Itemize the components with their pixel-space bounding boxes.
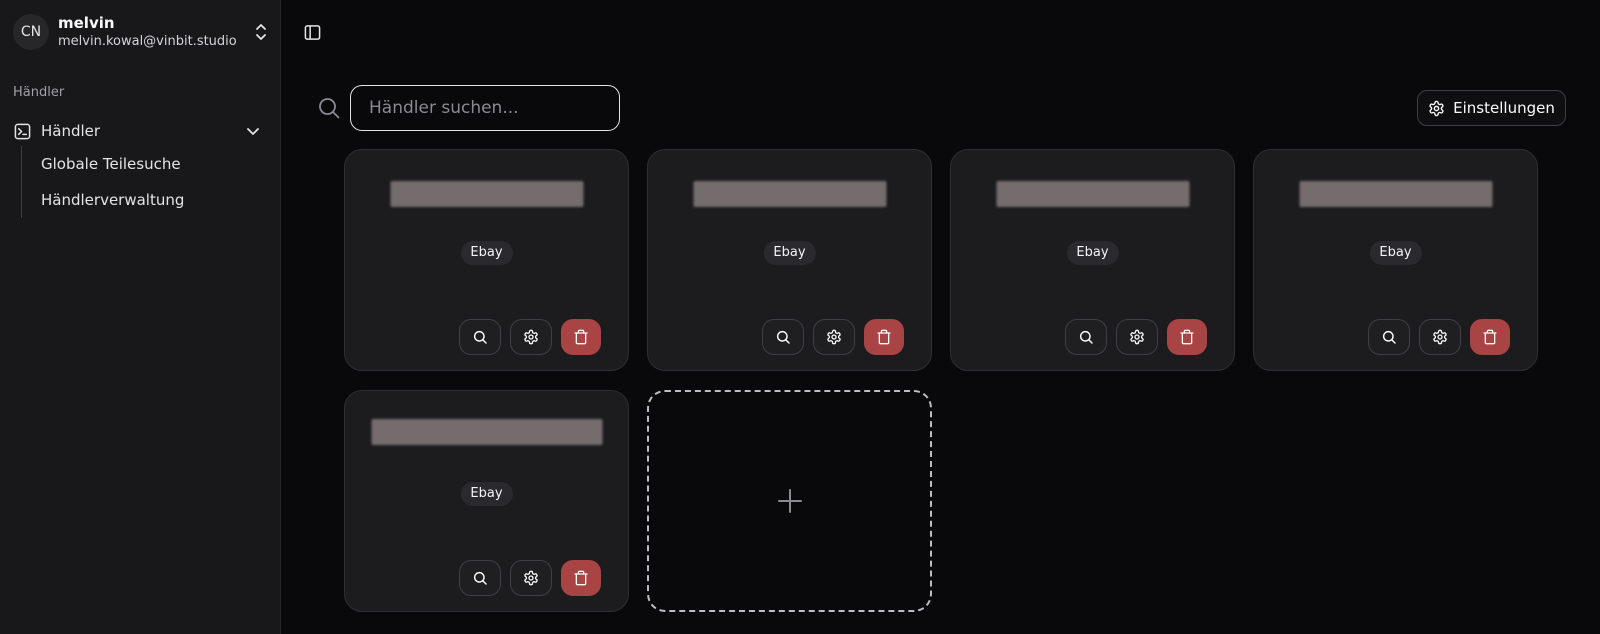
- user-switcher[interactable]: CN melvin melvin.kowal@vinbit.studio: [13, 14, 269, 50]
- merchant-card: Ebay: [344, 149, 629, 371]
- sidebar-toggle-button[interactable]: [300, 20, 324, 44]
- merchant-name-redacted: [996, 181, 1189, 207]
- gear-icon: [826, 329, 842, 345]
- search-icon: [1381, 329, 1397, 345]
- gear-icon: [523, 570, 539, 586]
- merchant-settings-button[interactable]: [510, 560, 552, 596]
- add-merchant-card[interactable]: [647, 390, 932, 612]
- merchant-name-redacted: [371, 419, 602, 445]
- delete-merchant-button[interactable]: [1470, 319, 1510, 355]
- panel-left-icon: [304, 24, 321, 41]
- sidebar: CN melvin melvin.kowal@vinbit.studio Hän…: [0, 0, 281, 634]
- gear-icon: [1432, 329, 1448, 345]
- merchant-settings-button[interactable]: [1419, 319, 1461, 355]
- merchant-card: Ebay: [950, 149, 1235, 371]
- platform-badge: Ebay: [763, 241, 816, 265]
- search-merchant-button[interactable]: [459, 319, 501, 355]
- settings-button[interactable]: Einstellungen: [1417, 90, 1566, 126]
- terminal-square-icon: [14, 123, 31, 140]
- chevrons-up-down-icon: [253, 22, 269, 42]
- user-email: melvin.kowal@vinbit.studio: [58, 34, 237, 50]
- sidebar-item-haendler[interactable]: Händler: [8, 116, 266, 146]
- platform-badge: Ebay: [1369, 241, 1422, 265]
- app: CN melvin melvin.kowal@vinbit.studio Hän…: [0, 0, 1600, 634]
- platform-badge: Ebay: [1066, 241, 1119, 265]
- sidebar-item-haendlerverwaltung[interactable]: Händlerverwaltung: [30, 182, 266, 218]
- settings-button-label: Einstellungen: [1453, 99, 1555, 117]
- merchant-settings-button[interactable]: [1116, 319, 1158, 355]
- search-merchant-button[interactable]: [1368, 319, 1410, 355]
- sidebar-item-globale-teilesuche[interactable]: Globale Teilesuche: [30, 146, 266, 182]
- search-icon: [317, 96, 341, 120]
- merchant-name-redacted: [390, 181, 583, 207]
- merchant-settings-button[interactable]: [510, 319, 552, 355]
- platform-badge: Ebay: [460, 482, 513, 506]
- search-merchant-button[interactable]: [459, 560, 501, 596]
- merchant-card: Ebay: [1253, 149, 1538, 371]
- search-input[interactable]: [350, 85, 620, 131]
- delete-merchant-button[interactable]: [864, 319, 904, 355]
- search-icon: [472, 329, 488, 345]
- avatar: CN: [13, 14, 49, 50]
- merchant-card: Ebay: [344, 390, 629, 612]
- search-merchant-button[interactable]: [1065, 319, 1107, 355]
- search-icon: [472, 570, 488, 586]
- plus-icon: [776, 487, 804, 515]
- trash-icon: [876, 329, 892, 345]
- search-merchant-button[interactable]: [762, 319, 804, 355]
- gear-icon: [1428, 100, 1445, 117]
- sidebar-subnav: Globale Teilesuche Händlerverwaltung: [21, 146, 266, 218]
- delete-merchant-button[interactable]: [561, 560, 601, 596]
- search-icon: [775, 329, 791, 345]
- merchant-settings-button[interactable]: [813, 319, 855, 355]
- sidebar-item-label: Händler: [41, 122, 101, 140]
- chevron-down-icon: [246, 124, 260, 138]
- merchant-name-redacted: [693, 181, 886, 207]
- delete-merchant-button[interactable]: [561, 319, 601, 355]
- gear-icon: [1129, 329, 1145, 345]
- search-icon: [1078, 329, 1094, 345]
- gear-icon: [523, 329, 539, 345]
- trash-icon: [1482, 329, 1498, 345]
- main-content: Einstellungen Ebay: [281, 0, 1600, 634]
- user-name: melvin: [58, 14, 115, 33]
- delete-merchant-button[interactable]: [1167, 319, 1207, 355]
- trash-icon: [573, 570, 589, 586]
- sidebar-group-label: Händler: [13, 85, 65, 100]
- merchant-card: Ebay: [647, 149, 932, 371]
- platform-badge: Ebay: [460, 241, 513, 265]
- trash-icon: [1179, 329, 1195, 345]
- trash-icon: [573, 329, 589, 345]
- merchant-name-redacted: [1299, 181, 1492, 207]
